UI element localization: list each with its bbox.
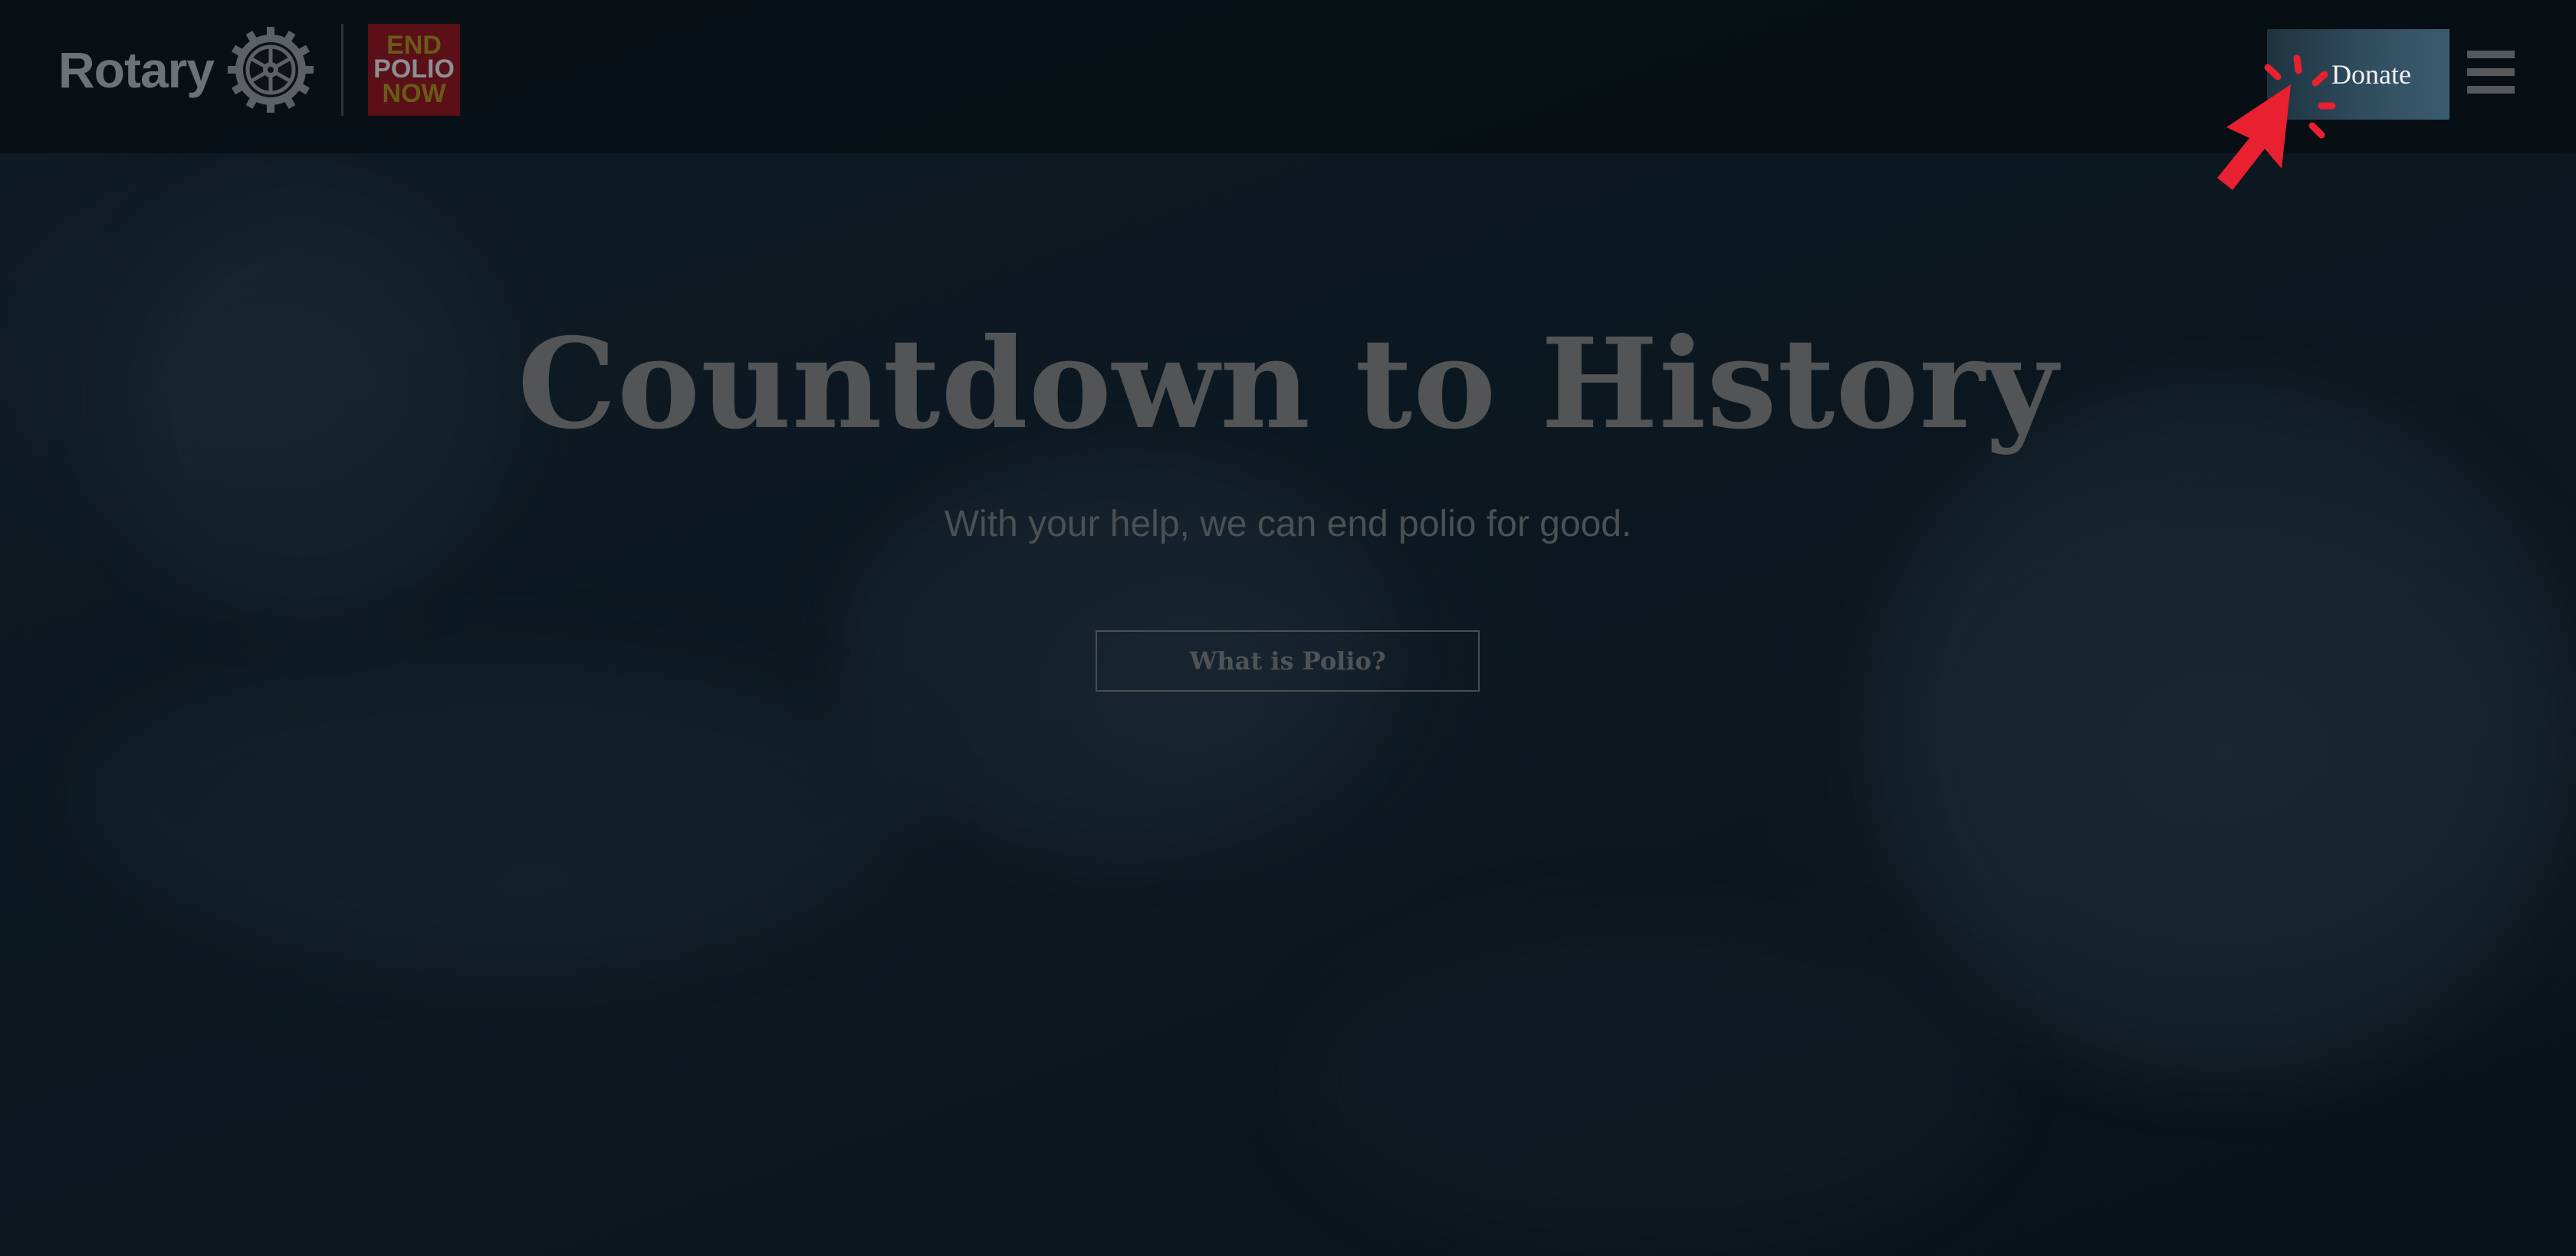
menu-bar — [2467, 68, 2515, 76]
hero-subtitle: With your help, we can end polio for goo… — [944, 504, 1632, 544]
menu-bar — [2467, 86, 2515, 94]
brand-text: Rotary — [58, 41, 215, 98]
hamburger-menu-icon[interactable] — [2467, 51, 2515, 94]
what-is-polio-button[interactable]: What is Polio? — [1096, 630, 1480, 692]
site-logo[interactable]: Rotary END POLIO NOW — [58, 21, 461, 118]
badge-line-now: NOW — [382, 78, 446, 108]
page: Rotary END POLIO NOW Donate Countdown to… — [0, 0, 2576, 1256]
logo-divider — [341, 24, 344, 116]
menu-bar — [2467, 51, 2515, 58]
end-polio-now-badge[interactable]: END POLIO NOW — [368, 24, 461, 116]
click-cursor-icon — [2217, 54, 2336, 190]
site-header: Rotary END POLIO NOW Donate — [0, 0, 2576, 153]
badge-line-polio: POLIO — [373, 54, 455, 84]
rotary-wheel-icon — [228, 27, 314, 113]
hero-title: Countdown to History — [518, 311, 2058, 457]
hero-background-photo — [0, 0, 2576, 1256]
